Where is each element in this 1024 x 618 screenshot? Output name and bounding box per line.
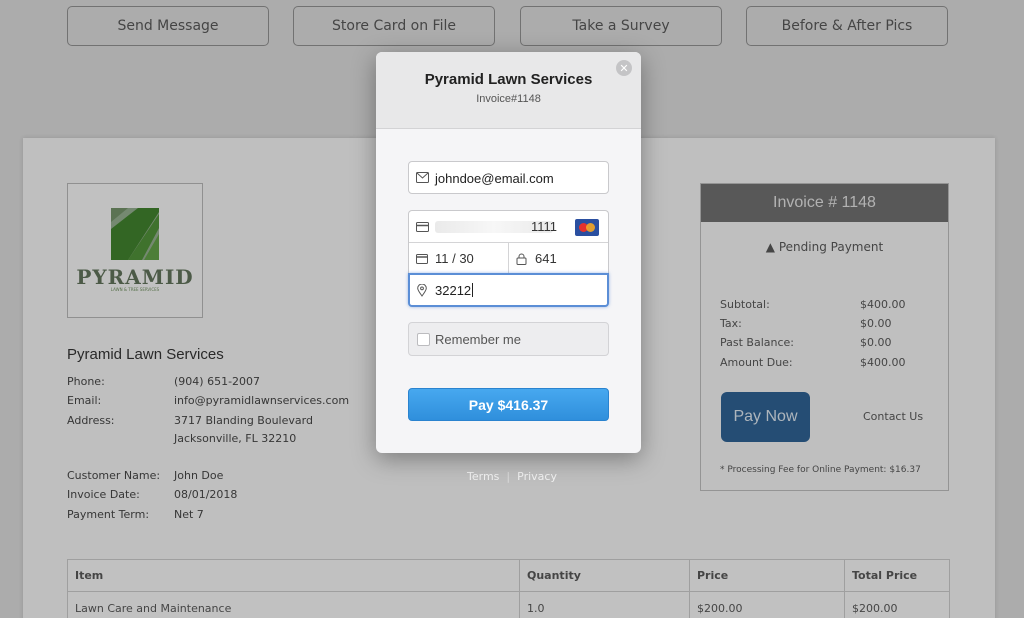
calendar-icon — [416, 243, 428, 274]
card-details-group: 1111 11 / 30 641 — [408, 210, 609, 274]
text-cursor — [472, 283, 474, 297]
modal-header: Pyramid Lawn Services Invoice#1148 ✕ — [376, 52, 641, 129]
pay-button[interactable]: Pay $416.37 — [408, 388, 609, 421]
cvc-value: 641 — [535, 251, 557, 266]
terms-link[interactable]: Terms — [467, 470, 499, 483]
privacy-link[interactable]: Privacy — [517, 470, 557, 483]
location-pin-icon — [417, 275, 427, 305]
mastercard-icon — [575, 219, 599, 236]
remember-me-option[interactable]: Remember me — [408, 322, 609, 356]
payment-modal: Pyramid Lawn Services Invoice#1148 ✕ joh… — [376, 52, 641, 453]
envelope-icon — [416, 162, 429, 193]
credit-card-icon — [416, 211, 429, 242]
zip-code-field[interactable]: 32212 — [408, 273, 609, 307]
email-field[interactable]: johndoe@email.com — [408, 161, 609, 194]
modal-subtitle: Invoice#1148 — [476, 93, 541, 105]
email-field-value: johndoe@email.com — [435, 171, 554, 186]
remember-me-label: Remember me — [435, 332, 521, 347]
card-last4: 1111 — [531, 219, 558, 234]
modal-title: Pyramid Lawn Services — [424, 71, 593, 88]
link-separator: | — [506, 470, 511, 483]
remember-me-checkbox[interactable] — [417, 333, 430, 346]
expiry-field[interactable]: 11 / 30 — [409, 243, 509, 274]
close-icon[interactable]: ✕ — [616, 60, 632, 76]
expiry-value: 11 / 30 — [435, 251, 474, 266]
zip-code-value: 32212 — [435, 283, 472, 298]
cvc-field[interactable]: 641 — [509, 243, 608, 274]
footer-links: Terms | Privacy — [467, 470, 557, 483]
lock-icon — [516, 243, 527, 274]
card-number-field[interactable]: 1111 — [409, 211, 608, 243]
